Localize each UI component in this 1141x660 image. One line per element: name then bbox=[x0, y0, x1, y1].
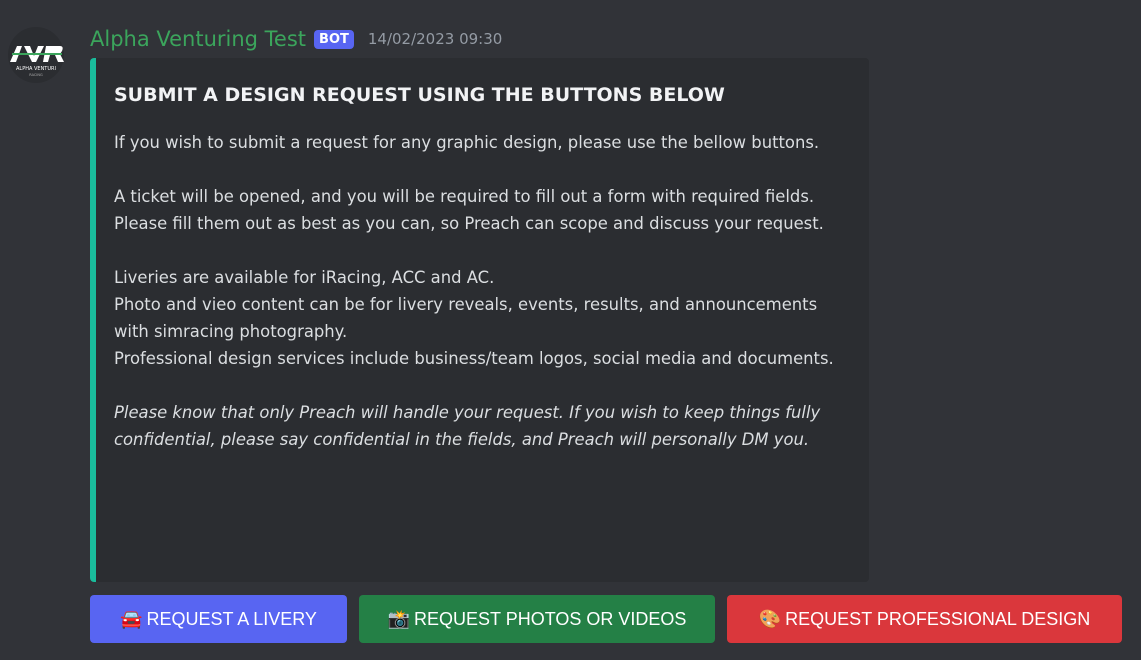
embed-line bbox=[114, 237, 844, 264]
embed-title: SUBMIT A DESIGN REQUEST USING THE BUTTON… bbox=[114, 84, 725, 106]
button-label: REQUEST PHOTOS OR VIDEOS bbox=[414, 608, 687, 629]
embed-italic-note: Please know that only Preach will handle… bbox=[114, 403, 821, 449]
embed-line: Professional design services include bus… bbox=[114, 349, 834, 368]
timestamp[interactable]: 14/02/2023 09:30 bbox=[368, 30, 502, 48]
message-header: Alpha Venturing Test BOT 14/02/2023 09:3… bbox=[90, 24, 502, 54]
button-label: REQUEST PROFESSIONAL DESIGN bbox=[785, 608, 1091, 629]
embed: SUBMIT A DESIGN REQUEST USING THE BUTTON… bbox=[90, 58, 869, 582]
embed-description: If you wish to submit a request for any … bbox=[114, 129, 844, 453]
embed-line: Photo and vieo content can be for livery… bbox=[114, 295, 818, 341]
svg-text:ALPHA VENTURI: ALPHA VENTURI bbox=[16, 66, 56, 72]
username[interactable]: Alpha Venturing Test bbox=[90, 27, 306, 51]
request-design-button[interactable]: 🎨 REQUEST PROFESSIONAL DESIGN bbox=[727, 595, 1122, 643]
embed-accent-bar bbox=[90, 58, 96, 582]
embed-line: Liveries are available for iRacing, ACC … bbox=[114, 268, 495, 287]
embed-line bbox=[114, 372, 844, 399]
bot-badge: BOT bbox=[314, 29, 354, 49]
request-photos-button[interactable]: 📸 REQUEST PHOTOS OR VIDEOS bbox=[359, 595, 715, 643]
avatar[interactable]: ALPHA VENTURI RACING bbox=[0, 26, 72, 84]
svg-text:RACING: RACING bbox=[29, 73, 43, 77]
request-livery-button[interactable]: 🚘 REQUEST A LIVERY bbox=[90, 595, 347, 643]
embed-line: If you wish to submit a request for any … bbox=[114, 133, 820, 152]
avr-logo-icon: ALPHA VENTURI RACING bbox=[8, 27, 64, 83]
embed-line bbox=[114, 156, 844, 183]
embed-line: A ticket will be opened, and you will be… bbox=[114, 187, 824, 233]
palette-icon: 🎨 bbox=[758, 609, 782, 629]
button-label: REQUEST A LIVERY bbox=[146, 608, 317, 629]
camera-icon: 📸 bbox=[387, 609, 411, 629]
car-icon: 🚘 bbox=[120, 609, 143, 629]
